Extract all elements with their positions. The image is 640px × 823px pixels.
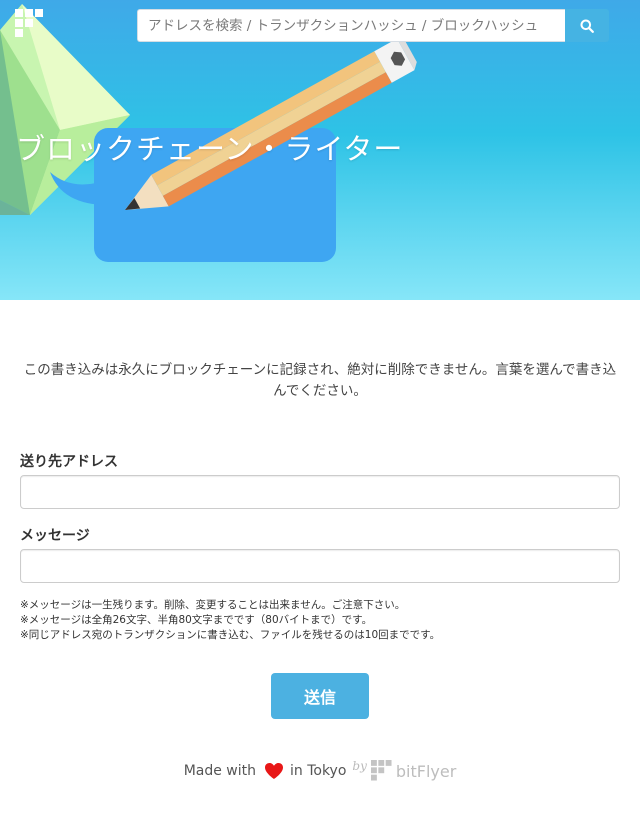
hero-banner: ブロックチェーン・ライター (0, 0, 640, 300)
bitflyer-brand-text: bitFlyer (395, 761, 457, 781)
message-label: メッセージ (20, 528, 90, 544)
bitflyer-logo-icon[interactable] (15, 9, 45, 39)
notes-list: ※メッセージは一生残ります。削除、変更することは出来ません。ご注意下さい。 ※メ… (20, 598, 620, 643)
bitflyer-brand-link[interactable]: bitFlyer (370, 760, 457, 782)
by-text: by (352, 759, 367, 773)
bitflyer-logo-icon (370, 760, 392, 781)
note-item: ※メッセージは一生残ります。削除、変更することは出来ません。ご注意下さい。 (20, 599, 406, 611)
made-with-text: Made with (183, 763, 256, 779)
search-icon (580, 19, 594, 33)
search-bar (137, 9, 609, 42)
heart-icon (264, 762, 284, 780)
message-input[interactable] (20, 549, 620, 583)
footer: Made with in Tokyo by bitFlyer (0, 758, 640, 784)
submit-button[interactable]: 送信 (271, 673, 369, 719)
note-item: ※メッセージは全角26文字、半角80文字までです（80バイトまで）です。 (20, 614, 373, 626)
address-label: 送り先アドレス (20, 454, 118, 470)
search-input[interactable] (137, 9, 565, 42)
address-input[interactable] (20, 475, 620, 509)
page-title: ブロックチェーン・ライター (16, 132, 404, 166)
intro-text: この書き込みは永久にブロックチェーンに記録され、絶対に削除できません。言葉を選ん… (23, 362, 617, 399)
note-item: ※同じアドレス宛のトランザクションに書き込む、ファイルを残せるのは10回までです… (20, 629, 441, 641)
search-button[interactable] (565, 9, 609, 42)
in-tokyo-text: in Tokyo (290, 763, 347, 779)
